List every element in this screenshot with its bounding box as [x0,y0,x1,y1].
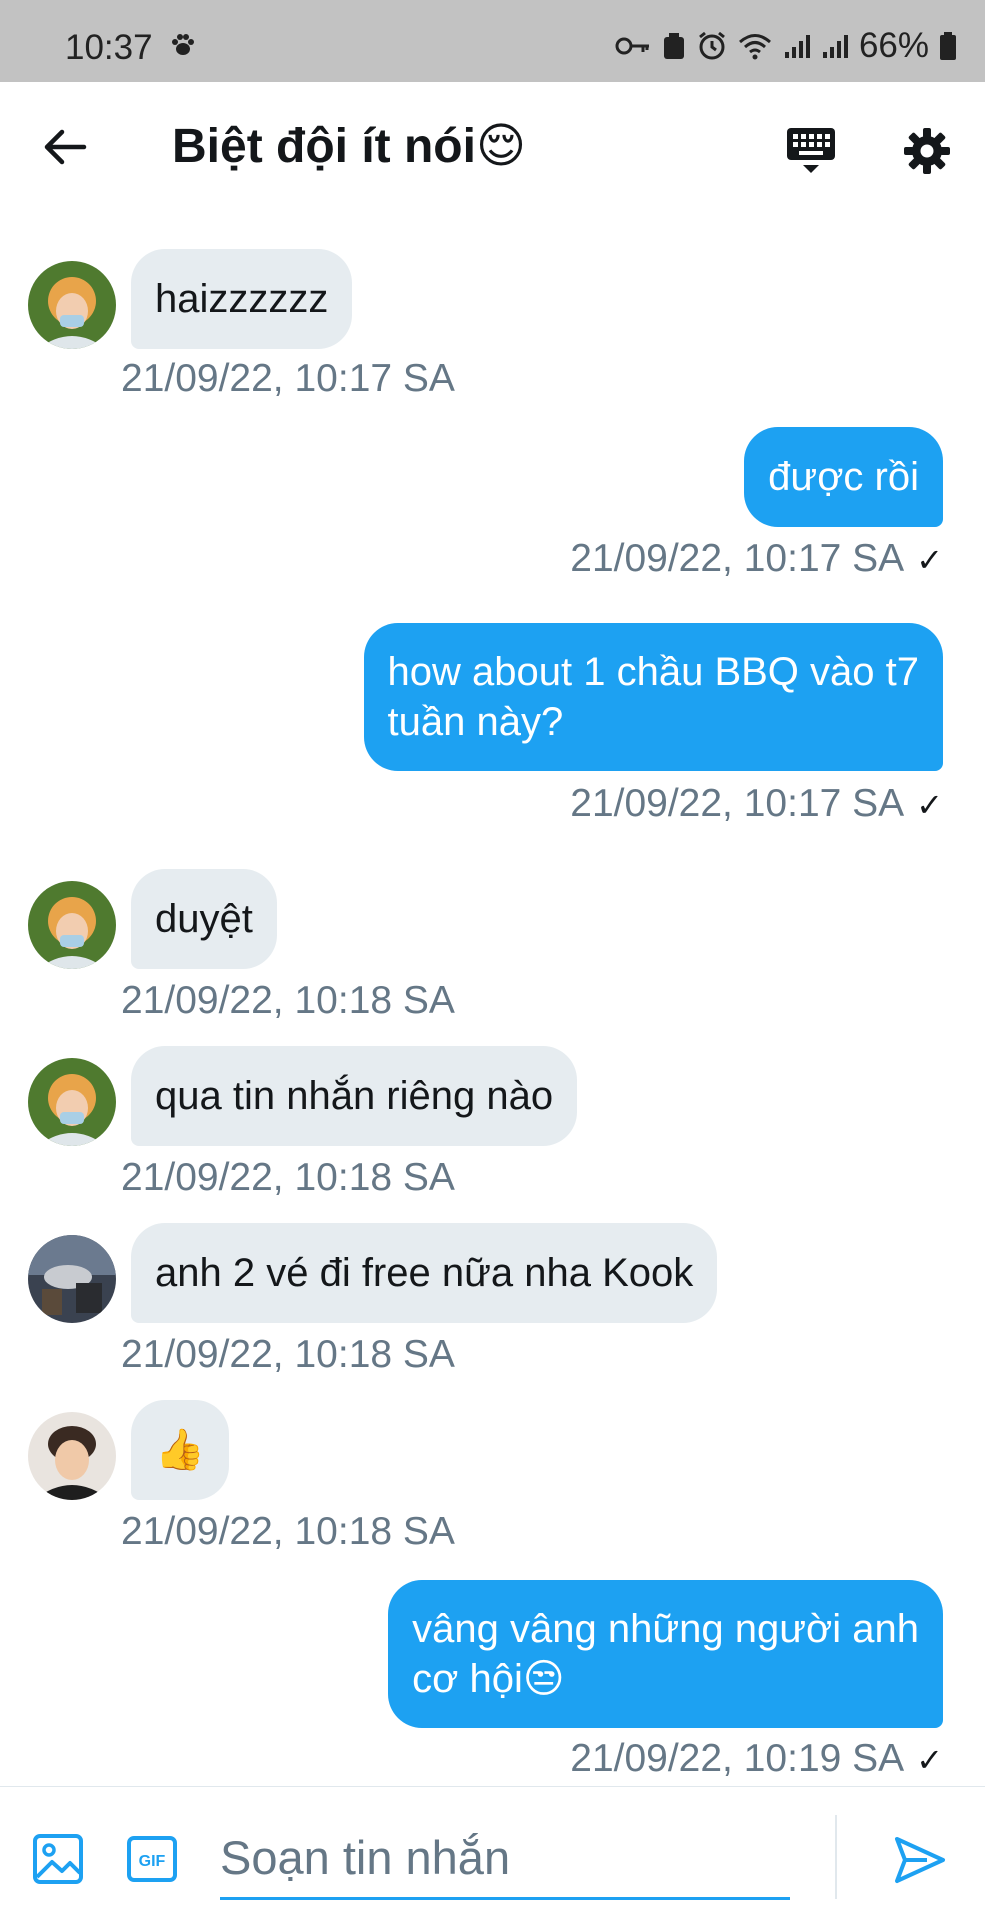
battery-icon [940,32,956,60]
message-bubble[interactable]: 👍 [131,1400,229,1500]
conversation-title: Biệt đội ít nói😌 [172,120,526,173]
svg-text:GIF: GIF [139,1853,166,1870]
message-timestamp: 21/09/22, 10:18 SA [121,1156,455,1199]
signal-icon [822,35,848,58]
keyboard-icon[interactable] [785,124,837,176]
check-icon: ✓ [916,542,943,578]
composer-divider [835,1815,837,1899]
message-line: how about 1 chầu BBQ vào t7 [387,650,919,694]
check-icon: ✓ [916,1742,943,1778]
message-timestamp: 21/09/22, 10:17 SA ✓ [570,537,943,580]
message-line: tuần này? [387,700,564,744]
avatar[interactable] [28,1412,116,1500]
send-icon[interactable] [893,1833,947,1887]
status-time: 10:37 [65,28,153,67]
message-timestamp: 21/09/22, 10:18 SA [121,1333,455,1376]
message-line: cơ hội😒 [412,1657,565,1701]
battery-percent: 66% [858,26,929,65]
message-list[interactable]: haizzzzzz 21/09/22, 10:17 SA được rồi 21… [0,217,985,1787]
avatar[interactable] [28,1058,116,1146]
message-bubble[interactable]: how about 1 chầu BBQ vào t7 tuần này? [363,623,943,771]
message-timestamp: 21/09/22, 10:18 SA [121,1510,455,1553]
gif-icon[interactable]: GIF [126,1833,178,1885]
wifi-icon [738,34,771,60]
message-timestamp: 21/09/22, 10:17 SA ✓ [570,782,943,825]
conversation-header: Biệt đội ít nói😌 [0,82,985,217]
avatar[interactable] [28,261,116,349]
message-timestamp: 21/09/22, 10:17 SA [121,357,455,400]
avatar[interactable] [28,881,116,969]
paw-icon [172,34,194,55]
message-bubble[interactable]: được rồi [744,427,943,527]
recycle-icon [663,33,684,59]
check-icon: ✓ [916,787,943,823]
message-input[interactable] [220,1817,790,1900]
gear-icon[interactable] [902,126,952,176]
message-bubble[interactable]: qua tin nhắn riêng nào [131,1046,578,1146]
message-bubble[interactable]: duyệt [131,869,277,969]
message-composer: GIF [0,1786,985,1921]
message-line: vâng vâng những người anh [412,1607,919,1651]
status-bar: 10:37 66% [0,0,985,82]
key-icon [615,37,649,55]
message-timestamp: 21/09/22, 10:19 SA ✓ [570,1737,943,1780]
message-timestamp: 21/09/22, 10:18 SA [121,979,455,1022]
back-arrow-icon[interactable] [40,122,90,172]
message-bubble[interactable]: haizzzzzz [131,249,353,349]
image-icon[interactable] [32,1833,84,1885]
message-bubble[interactable]: anh 2 vé đi free nữa nha Kook [131,1223,718,1323]
avatar[interactable] [28,1235,116,1323]
message-bubble[interactable]: vâng vâng những người anh cơ hội😒 [388,1580,943,1728]
signal-icon [784,35,810,58]
alarm-icon [699,31,725,60]
